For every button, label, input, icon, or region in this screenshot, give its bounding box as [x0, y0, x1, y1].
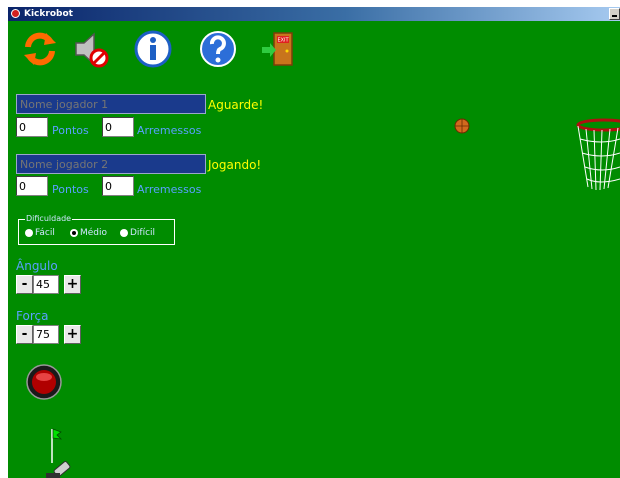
player1-throws-input[interactable] — [102, 117, 134, 137]
sound-off-icon[interactable] — [70, 29, 110, 69]
launch-button[interactable] — [26, 364, 62, 400]
force-increase-button[interactable]: + — [64, 325, 81, 344]
player2-points-input[interactable] — [16, 176, 48, 196]
player2-name-input[interactable] — [16, 154, 206, 174]
window-title: Kickrobot — [24, 9, 73, 19]
restart-icon[interactable] — [20, 29, 60, 69]
player2-throws-input[interactable] — [102, 176, 134, 196]
basketball — [454, 118, 470, 134]
player1-name-input[interactable] — [16, 94, 206, 114]
exit-door-icon[interactable]: EXIT — [258, 29, 298, 69]
angle-increase-button[interactable]: + — [64, 275, 81, 294]
difficulty-easy-label: Fácil — [35, 228, 55, 238]
force-value: 75 — [33, 325, 59, 344]
player1-throws-label: Arremessos — [137, 124, 202, 137]
app-icon — [11, 9, 20, 18]
angle-label: Ângulo — [16, 259, 58, 273]
basketball-hoop — [576, 118, 620, 191]
player2-throws-label: Arremessos — [137, 183, 202, 196]
help-icon[interactable] — [198, 29, 238, 69]
player2-points-label: Pontos — [52, 183, 89, 196]
player2-status: Jogando! — [208, 158, 262, 172]
force-decrease-button[interactable]: - — [16, 325, 33, 344]
player1-status: Aguarde! — [208, 98, 264, 112]
robot-launcher — [46, 428, 71, 478]
player1-points-input[interactable] — [16, 117, 48, 137]
player1-points-label: Pontos — [52, 124, 89, 137]
difficulty-medium-radio[interactable] — [70, 229, 78, 237]
difficulty-legend: Dificuldade — [25, 213, 73, 225]
minimize-button[interactable] — [609, 8, 620, 20]
difficulty-hard-radio[interactable] — [120, 229, 128, 237]
game-window: Kickrobot EXIT Aguarde! Pontos Arremesso… — [8, 7, 620, 478]
difficulty-easy-radio[interactable] — [25, 229, 33, 237]
difficulty-hard-label: Difícil — [130, 228, 156, 238]
title-bar: Kickrobot — [8, 7, 620, 21]
angle-value: 45 — [33, 275, 59, 294]
force-label: Força — [16, 309, 49, 323]
angle-decrease-button[interactable]: - — [16, 275, 33, 294]
info-icon[interactable] — [133, 29, 173, 69]
exit-sign-text: EXIT — [277, 38, 289, 44]
difficulty-medium-label: Médio — [80, 228, 108, 238]
